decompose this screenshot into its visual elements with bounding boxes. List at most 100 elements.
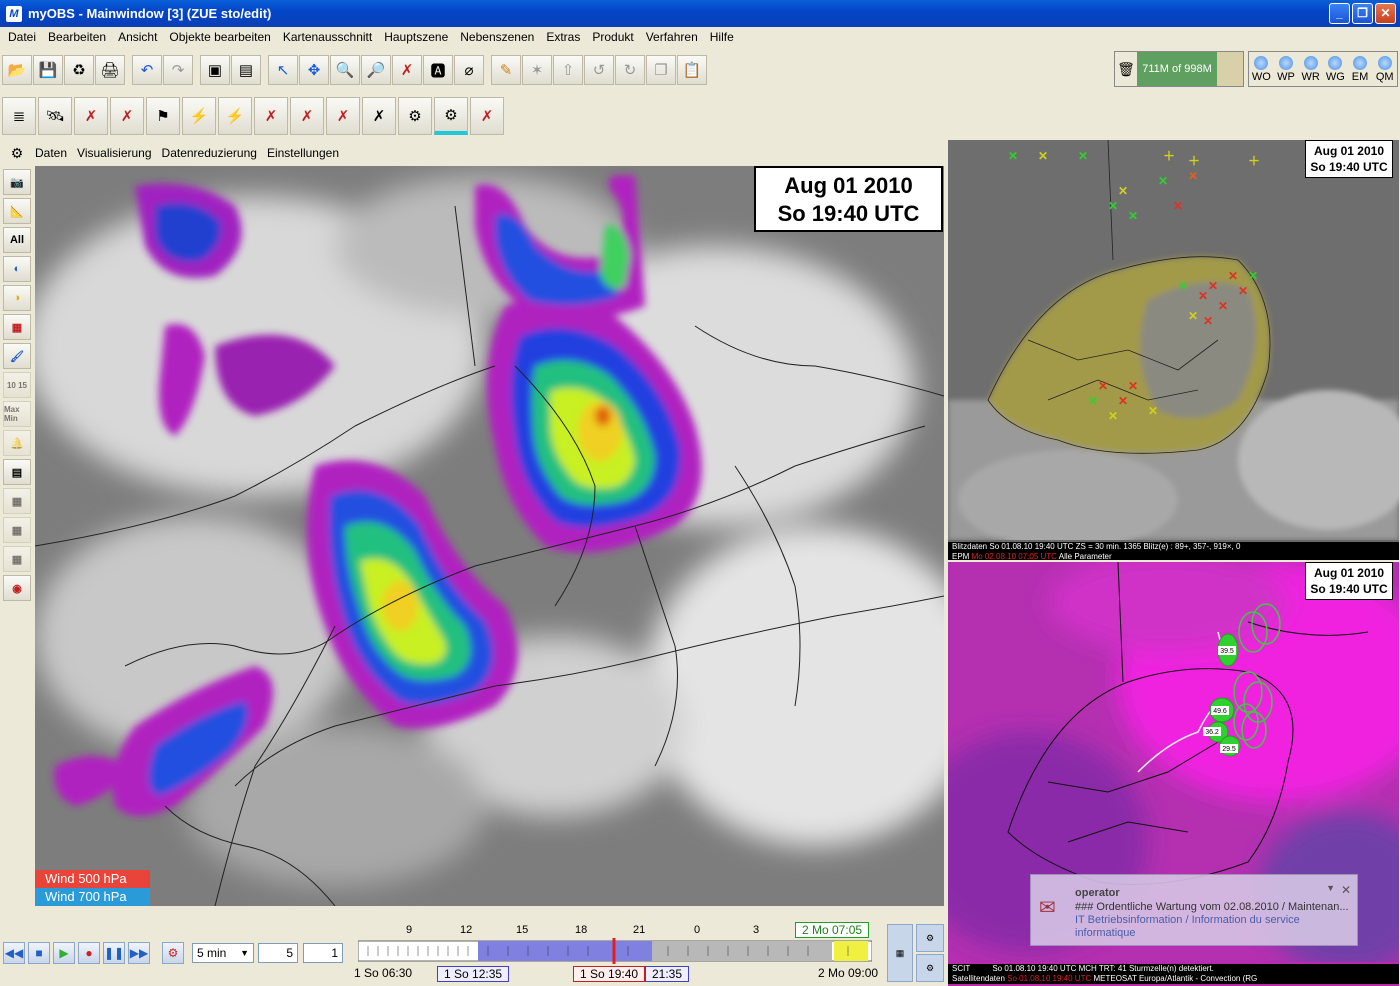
edit-pen-icon[interactable]: ✎	[491, 55, 521, 85]
layer-icon[interactable]: ▤	[231, 55, 261, 85]
max-min-icon[interactable]: Max Min	[3, 401, 31, 427]
menu-datei[interactable]: Datei	[2, 30, 42, 44]
legend-icon[interactable]: ▤	[3, 459, 31, 485]
layer-lightning-icon[interactable]: ✗	[74, 97, 108, 135]
scene-settings-icon[interactable]: ⚙	[4, 142, 30, 164]
notification-popup[interactable]: ✉ ▼ ✕ operator ### Ordentliche Wartung v…	[1030, 874, 1358, 946]
main-radar-map[interactable]	[35, 166, 944, 906]
layer-precip-icon[interactable]: ✗	[362, 97, 396, 135]
color-fill-icon[interactable]: ◑	[3, 285, 31, 311]
layer-grid-icon[interactable]: ✗	[290, 97, 324, 135]
rotate-right-icon[interactable]: ↻	[615, 55, 645, 85]
layer-model-icon[interactable]: ✗	[326, 97, 360, 135]
layer-station-icon[interactable]: ⚑	[146, 97, 180, 135]
all-button[interactable]: All	[3, 227, 31, 253]
scene-link-icon[interactable]: ⚙	[916, 924, 944, 952]
notification-category[interactable]: IT Betriebsinformation / Information du …	[1075, 914, 1300, 926]
stop-icon[interactable]: ■	[28, 942, 50, 964]
undo-icon[interactable]: ↶	[132, 55, 162, 85]
menu-nebenszenen[interactable]: Nebenszenen	[454, 30, 540, 44]
notification-subject[interactable]: ### Ordentliche Wartung vom 02.08.2010 /…	[1075, 901, 1349, 913]
zoom-out-icon[interactable]: 🔎	[361, 55, 391, 85]
export-icon[interactable]: ♻	[64, 55, 94, 85]
group-wg[interactable]: WG	[1323, 52, 1348, 86]
layer-active-icon[interactable]: ⚙	[434, 97, 468, 135]
distance-km-icon[interactable]: ⌀	[454, 55, 484, 85]
close-button[interactable]: ✕	[1375, 3, 1396, 24]
scene-grid-icon[interactable]: ▦	[887, 924, 913, 982]
notification-category-2[interactable]: informatique	[1075, 927, 1136, 939]
step-stepper-2[interactable]: 1	[303, 943, 343, 963]
submenu-visualisierung[interactable]: Visualisierung	[72, 146, 157, 160]
move-up-icon[interactable]: ⇧	[553, 55, 583, 85]
bell-icon[interactable]: 🔔	[3, 430, 31, 456]
layer-cell-icon[interactable]: ✗	[254, 97, 288, 135]
scene-link2-icon[interactable]: ⚙	[916, 954, 944, 982]
interval-select[interactable]: 5 min ▼	[192, 943, 254, 963]
brush-icon[interactable]: 🖌	[3, 343, 31, 369]
group-wr[interactable]: WR	[1298, 52, 1323, 86]
menu-hilfe[interactable]: Hilfe	[704, 30, 740, 44]
pause-icon[interactable]: ❚❚	[103, 942, 125, 964]
print-icon[interactable]: 🖨	[95, 55, 125, 85]
layer-disabled-icon[interactable]: ✗	[470, 97, 504, 135]
menu-objekte-bearbeiten[interactable]: Objekte bearbeiten	[163, 30, 276, 44]
timeline-current-label[interactable]: 1 So 19:40	[573, 966, 646, 982]
redo-icon[interactable]: ↷	[163, 55, 193, 85]
layer-front-icon[interactable]: ⚡	[218, 97, 252, 135]
group-wp[interactable]: WP	[1274, 52, 1299, 86]
scene-icon[interactable]: ▣	[200, 55, 230, 85]
menu-produkt[interactable]: Produkt	[586, 30, 639, 44]
pencil-ruler-icon[interactable]: 📐	[3, 198, 31, 224]
minimize-button[interactable]: _	[1329, 3, 1350, 24]
isoline-icon[interactable]: ◐	[3, 256, 31, 282]
menu-ansicht[interactable]: Ansicht	[112, 30, 163, 44]
timeline-window-end[interactable]: 21:35	[645, 966, 690, 982]
record-icon[interactable]: ●	[78, 942, 100, 964]
group-em[interactable]: EM	[1348, 52, 1373, 86]
annotate-icon[interactable]: 🅰	[423, 55, 453, 85]
counter-icon[interactable]: 10 15	[3, 372, 31, 398]
open-icon[interactable]: 📂	[2, 55, 32, 85]
measure-icon[interactable]: ✗	[392, 55, 422, 85]
submenu-datenreduzierung[interactable]: Datenreduzierung	[157, 146, 262, 160]
maximize-button[interactable]: ❐	[1352, 3, 1373, 24]
layer-stack-icon[interactable]: ≣	[2, 97, 36, 135]
layer-wind-icon[interactable]: ⚡	[182, 97, 216, 135]
copy-icon[interactable]: ❐	[646, 55, 676, 85]
submenu-daten[interactable]: Daten	[30, 146, 72, 160]
group-qm[interactable]: QM	[1372, 52, 1397, 86]
grid-data-icon[interactable]: ▦	[3, 314, 31, 340]
timeline-window-start[interactable]: 1 So 12:35	[437, 966, 510, 982]
menu-verfahren[interactable]: Verfahren	[640, 30, 704, 44]
settings-gear-icon[interactable]: ⚙	[162, 942, 184, 964]
menu-bearbeiten[interactable]: Bearbeiten	[42, 30, 112, 44]
group-wo[interactable]: WO	[1249, 52, 1274, 86]
save-icon[interactable]: 💾	[33, 55, 63, 85]
layer-satellite-icon[interactable]: 🛰	[38, 97, 72, 135]
rotate-left-icon[interactable]: ↺	[584, 55, 614, 85]
grid2-icon[interactable]: ▦	[3, 517, 31, 543]
pointer-icon[interactable]: ↖	[268, 55, 298, 85]
close-icon[interactable]: ✕	[1341, 883, 1351, 897]
pan-icon[interactable]: ✥	[299, 55, 329, 85]
trash-icon[interactable]: 🗑	[1115, 61, 1137, 78]
menu-kartenausschnitt[interactable]: Kartenausschnitt	[277, 30, 378, 44]
timeline-track[interactable]	[357, 938, 873, 964]
select-star-icon[interactable]: ✶	[522, 55, 552, 85]
menu-hauptszene[interactable]: Hauptszene	[378, 30, 454, 44]
step-back-icon[interactable]: ◀◀	[3, 942, 25, 964]
paste-icon[interactable]: 📋	[677, 55, 707, 85]
play-icon[interactable]: ▶	[53, 942, 75, 964]
camera-icon[interactable]: 📷	[3, 169, 31, 195]
layer-radar-icon[interactable]: ✗	[110, 97, 144, 135]
chevron-down-icon[interactable]: ▼	[1326, 883, 1335, 893]
pin-icon[interactable]: ◉	[3, 575, 31, 601]
menu-extras[interactable]: Extras	[540, 30, 586, 44]
grid1-icon[interactable]: ▦	[3, 488, 31, 514]
lightning-panel[interactable]: ✕ ✕ ✕ ✕ ✕ ✕ ✕ ✕ ✕ ✕ ✕ ✕ ✕ ✕ ✕ ✕ ✕ ✕ ✕ ✕ ✕ ✕ ✕ ✕ ＋＋＋ Blit…	[948, 140, 1399, 560]
zoom-in-icon[interactable]: 🔍	[330, 55, 360, 85]
layer-scit-icon[interactable]: ⚙	[398, 97, 432, 135]
grid3-icon[interactable]: ▦	[3, 546, 31, 572]
step-forward-icon[interactable]: ▶▶	[128, 942, 150, 964]
